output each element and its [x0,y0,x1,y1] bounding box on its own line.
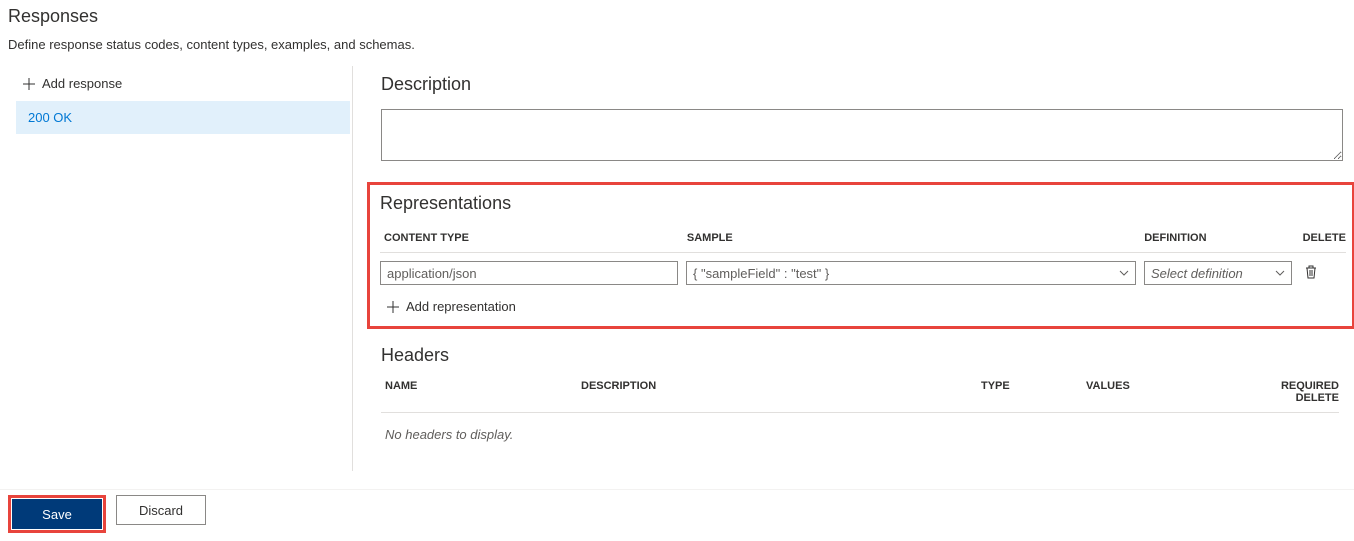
definition-dropdown[interactable]: Select definition [1144,261,1292,285]
chevron-down-icon [1119,270,1129,276]
save-button[interactable]: Save [12,499,102,529]
response-detail-pane: Description Representations CONTENT TYPE… [353,66,1346,471]
page-subtitle: Define response status codes, content ty… [8,37,1346,52]
sample-value: { "sampleField" : "test" } [693,266,829,281]
delete-representation-button[interactable] [1300,264,1322,283]
add-response-button[interactable]: Add response [22,72,344,101]
button-bar: Save Discard [0,489,1354,541]
description-heading: Description [381,74,1346,95]
discard-button[interactable]: Discard [116,495,206,525]
hcol-type: TYPE [981,380,1086,404]
col-definition: DEFINITION [1144,232,1302,244]
representations-heading: Representations [380,193,1346,214]
definition-placeholder: Select definition [1151,266,1243,281]
add-representation-label: Add representation [406,299,516,314]
save-highlight-box: Save [8,495,106,533]
trash-icon [1304,264,1318,283]
chevron-down-icon [1275,270,1285,276]
col-delete: DELETE [1303,232,1346,244]
headers-table-header: NAME DESCRIPTION TYPE VALUES REQUIRED DE… [381,380,1339,413]
representations-table-header: CONTENT TYPE SAMPLE DEFINITION DELETE [380,232,1346,253]
content-type-input[interactable]: application/json [380,261,678,285]
plus-icon [22,77,36,91]
representations-section: Representations CONTENT TYPE SAMPLE DEFI… [367,182,1354,329]
page-title: Responses [8,6,1346,27]
col-content-type: CONTENT TYPE [380,232,687,244]
col-sample: SAMPLE [687,232,1144,244]
hcol-name: NAME [381,380,581,404]
description-textarea[interactable] [381,109,1343,161]
hcol-required-delete: REQUIRED DELETE [1236,380,1339,404]
add-response-label: Add response [42,76,122,91]
representation-row: application/json { "sampleField" : "test… [380,253,1346,285]
plus-icon [386,300,400,314]
responses-sidebar: Add response 200 OK [8,66,353,471]
hcol-values: VALUES [1086,380,1236,404]
response-item-200[interactable]: 200 OK [16,101,350,134]
sample-dropdown[interactable]: { "sampleField" : "test" } [686,261,1136,285]
headers-heading: Headers [381,345,1339,366]
add-representation-button[interactable]: Add representation [380,285,1346,316]
headers-section: Headers NAME DESCRIPTION TYPE VALUES REQ… [381,345,1339,442]
hcol-description: DESCRIPTION [581,380,981,404]
headers-empty-message: No headers to display. [381,413,1339,442]
content-type-value: application/json [387,266,477,281]
